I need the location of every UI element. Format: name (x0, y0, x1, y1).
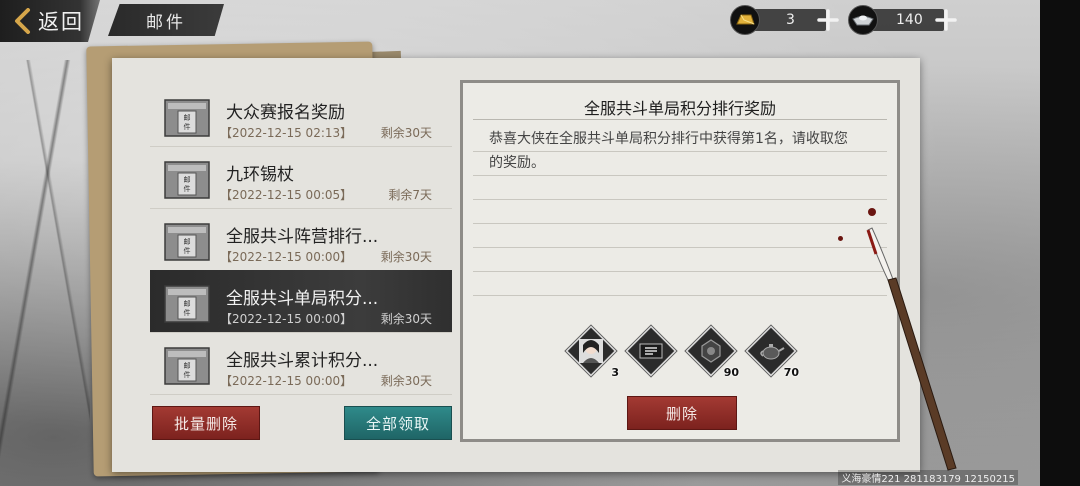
silver-amount: 140 (896, 12, 923, 28)
mail-list-item[interactable]: 邮件大众赛报名奖励 【2022-12-15 02:13】 剩余30天 (150, 84, 452, 147)
mail-title: 全服共斗阵营排行... (226, 227, 379, 247)
screen-edge (1040, 0, 1080, 486)
reward-count: 90 (723, 366, 739, 379)
silver-ingot-icon (848, 5, 878, 35)
mail-title: 全服共斗单局积分... (226, 289, 379, 309)
svg-text:件: 件 (184, 370, 191, 379)
gold-amount: 3 (786, 12, 795, 28)
silver-resource: 140 (848, 5, 958, 35)
ink-drop (868, 208, 876, 216)
mail-envelope-icon: 邮件 (164, 99, 210, 137)
calligraphy-brush-icon (866, 227, 957, 471)
mail-remaining: 剩余30天 (380, 312, 432, 326)
character-portrait-icon (577, 337, 605, 365)
back-label: 返回 (38, 10, 84, 34)
mail-list-item[interactable]: 邮件全服共斗单局积分... 【2022-12-15 00:00】 剩余30天 (150, 270, 452, 333)
reward-item[interactable]: 90 (685, 325, 739, 379)
svg-text:邮: 邮 (184, 361, 191, 370)
claim-all-button[interactable]: 全部领取 (344, 406, 452, 440)
reward-item[interactable] (625, 325, 677, 377)
tab-mail[interactable]: 邮件 (108, 4, 224, 36)
reward-count: 3 (611, 366, 619, 379)
mail-list-item[interactable]: 邮件九环锡杖 【2022-12-15 00:05】 剩余7天 (150, 146, 452, 209)
mail-envelope-icon: 邮件 (164, 285, 210, 323)
mail-remaining: 剩余30天 (380, 250, 432, 264)
mail-date: 【2022-12-15 00:00】 (220, 250, 353, 264)
reward-item[interactable]: 70 (745, 325, 799, 379)
mail-envelope-icon: 邮件 (164, 347, 210, 385)
mail-remaining: 剩余30天 (380, 126, 432, 140)
svg-text:件: 件 (184, 246, 191, 255)
svg-text:件: 件 (184, 184, 191, 193)
add-silver-icon[interactable] (934, 8, 958, 32)
seal-scroll-icon (637, 337, 665, 365)
mail-envelope-icon: 邮件 (164, 223, 210, 261)
mail-envelope-icon: 邮件 (164, 161, 210, 199)
gold-ingot-icon (730, 5, 760, 35)
mail-list-item[interactable]: 邮件全服共斗阵营排行... 【2022-12-15 00:00】 剩余30天 (150, 208, 452, 271)
svg-text:邮: 邮 (184, 237, 191, 246)
svg-text:邮: 邮 (184, 299, 191, 308)
mail-title: 大众赛报名奖励 (226, 103, 345, 123)
bamboo-decoration (0, 60, 90, 460)
add-gold-icon[interactable] (816, 8, 840, 32)
mail-date: 【2022-12-15 00:00】 (220, 312, 353, 326)
teapot-icon (757, 337, 785, 365)
gold-resource: 3 (730, 5, 840, 35)
mail-remaining: 剩余30天 (380, 374, 432, 388)
player-watermark: 义海豪情221 281183179 12150215 (838, 470, 1018, 485)
back-arrow-icon (15, 8, 30, 34)
mail-date: 【2022-12-15 00:00】 (220, 374, 353, 388)
mail-detail-panel: 全服共斗单局积分排行奖励 恭喜大侠在全服共斗单局积分排行中获得第1名，请收取您的… (460, 80, 900, 442)
bronze-token-icon (697, 337, 725, 365)
mail-detail-title: 全服共斗单局积分排行奖励 (583, 99, 776, 118)
reward-item[interactable]: 3 (565, 325, 619, 379)
mail-title: 全服共斗累计积分... (226, 351, 379, 371)
mail-date: 【2022-12-15 02:13】 (220, 126, 353, 140)
mail-remaining: 剩余7天 (388, 188, 432, 202)
mail-list-item[interactable]: 邮件全服共斗累计积分... 【2022-12-15 00:00】 剩余30天 (150, 332, 452, 395)
back-button[interactable]: 返回 (0, 0, 100, 42)
svg-text:件: 件 (184, 122, 191, 131)
delete-mail-button[interactable]: 删除 (627, 396, 737, 430)
svg-text:邮: 邮 (184, 175, 191, 184)
reward-count: 70 (783, 366, 799, 379)
tab-mail-label: 邮件 (146, 12, 186, 33)
mail-title: 九环锡杖 (226, 165, 294, 185)
mail-list: 邮件大众赛报名奖励 【2022-12-15 02:13】 剩余30天邮件九环锡杖 【2… (150, 80, 454, 395)
svg-text:件: 件 (184, 308, 191, 317)
batch-delete-button[interactable]: 批量删除 (152, 406, 260, 440)
ink-drop (838, 236, 843, 241)
mail-date: 【2022-12-15 00:05】 (220, 188, 353, 202)
svg-text:邮: 邮 (184, 113, 191, 122)
